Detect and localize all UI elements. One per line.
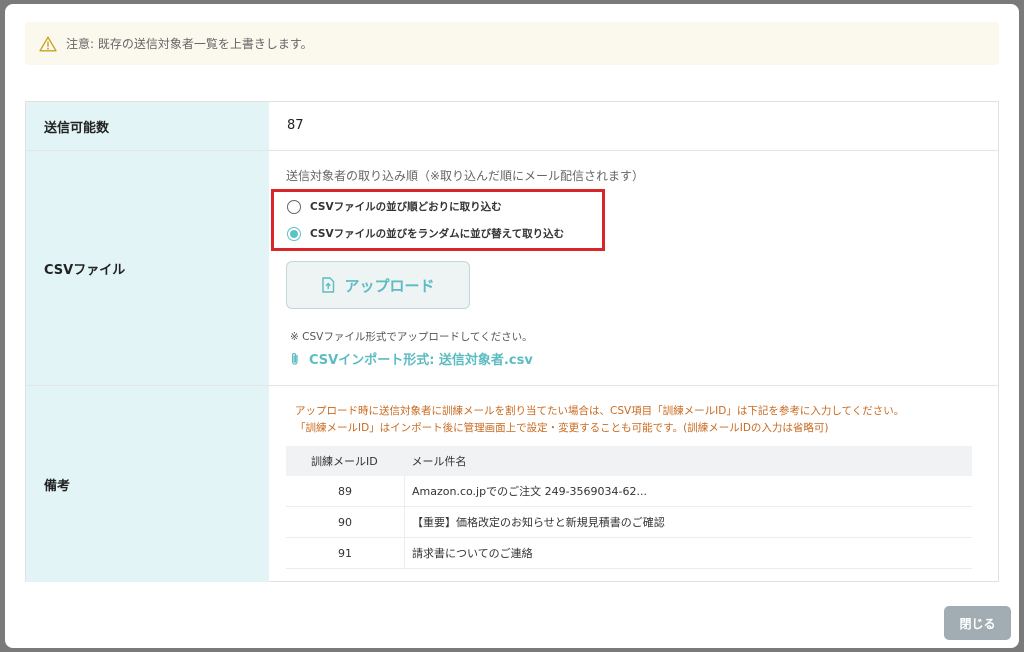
radio-button-unchecked[interactable]	[287, 199, 301, 214]
mail-subject-cell: 請求書についてのご連絡	[404, 537, 972, 569]
import-order-title: 送信対象者の取り込み順（※取り込んだ順にメール配信されます）	[286, 169, 645, 183]
mail-id-cell: 91	[286, 537, 405, 569]
import-form-table: 送信可能数 87 CSVファイル 送信対象者の取り込み順（※取り込んだ順にメール…	[25, 101, 999, 582]
mail-subject-cell: 【重要】価格改定のお知らせと新規見積書のご確認	[404, 506, 972, 538]
table-row: 91 請求書についてのご連絡	[286, 537, 972, 569]
file-upload-icon	[321, 277, 335, 293]
notes-label: 備考	[26, 386, 269, 582]
csv-template-link-text: CSVインポート形式: 送信対象者.csv	[309, 353, 533, 368]
upload-button[interactable]: アップロード	[286, 261, 470, 309]
send-count-value: 87	[287, 118, 304, 133]
csv-format-note: ※ CSVファイル形式でアップロードしてください。	[290, 331, 533, 343]
table-row: 89 Amazon.co.jpでのご注文 249-3569034-62...	[286, 476, 972, 507]
radio-option-csv-order[interactable]: CSVファイルの並び順どおりに取り込む	[287, 199, 502, 214]
radio-label: CSVファイルの並びをランダムに並び替えて取り込む	[310, 228, 565, 240]
column-header-subject: メール件名	[404, 446, 972, 476]
mail-subject-cell: Amazon.co.jpでのご注文 249-3569034-62...	[404, 476, 972, 507]
paperclip-icon	[290, 352, 300, 366]
upload-label: アップロード	[344, 276, 435, 295]
notes-text-line: 「訓練メールID」はインポート後に管理画面上で設定・変更することも可能です。(訓…	[295, 422, 829, 434]
radio-button-checked[interactable]	[287, 226, 301, 241]
column-header-mail-id: 訓練メールID	[286, 446, 405, 476]
row-csv-file: CSVファイル 送信対象者の取り込み順（※取り込んだ順にメール配信されます） C…	[26, 151, 998, 386]
mail-id-cell: 89	[286, 476, 405, 507]
notes-text: アップロード時に送信対象者に訓練メールを割り当てたい場合は、CSV項目「訓練メー…	[295, 403, 995, 437]
send-count-label: 送信可能数	[26, 102, 269, 150]
import-order-highlight: CSVファイルの並び順どおりに取り込む CSVファイルの並びをランダムに並び替え…	[271, 189, 605, 251]
warning-text: 注意: 既存の送信対象者一覧を上書きします。	[66, 37, 313, 51]
row-notes: 備考 アップロード時に送信対象者に訓練メールを割り当てたい場合は、CSV項目「訓…	[26, 386, 998, 582]
table-row: 90 【重要】価格改定のお知らせと新規見積書のご確認	[286, 506, 972, 538]
import-modal: 注意: 既存の送信対象者一覧を上書きします。 送信可能数 87 CSVファイル …	[5, 4, 1019, 648]
notes-text-line: アップロード時に送信対象者に訓練メールを割り当てたい場合は、CSV項目「訓練メー…	[295, 405, 905, 417]
table-header-row: 訓練メールID メール件名	[286, 446, 972, 476]
warning-triangle-icon	[39, 36, 57, 52]
row-send-count: 送信可能数 87	[26, 102, 998, 151]
close-button[interactable]: 閉じる	[944, 606, 1011, 640]
training-mail-table: 訓練メールID メール件名 89 Amazon.co.jpでのご注文 249-3…	[286, 446, 972, 569]
radio-option-random-order[interactable]: CSVファイルの並びをランダムに並び替えて取り込む	[287, 226, 564, 241]
warning-banner: 注意: 既存の送信対象者一覧を上書きします。	[25, 22, 999, 65]
csv-template-link[interactable]: CSVインポート形式: 送信対象者.csv	[290, 349, 533, 368]
csv-file-label: CSVファイル	[26, 151, 269, 385]
radio-label: CSVファイルの並び順どおりに取り込む	[310, 201, 502, 213]
mail-id-cell: 90	[286, 506, 405, 538]
